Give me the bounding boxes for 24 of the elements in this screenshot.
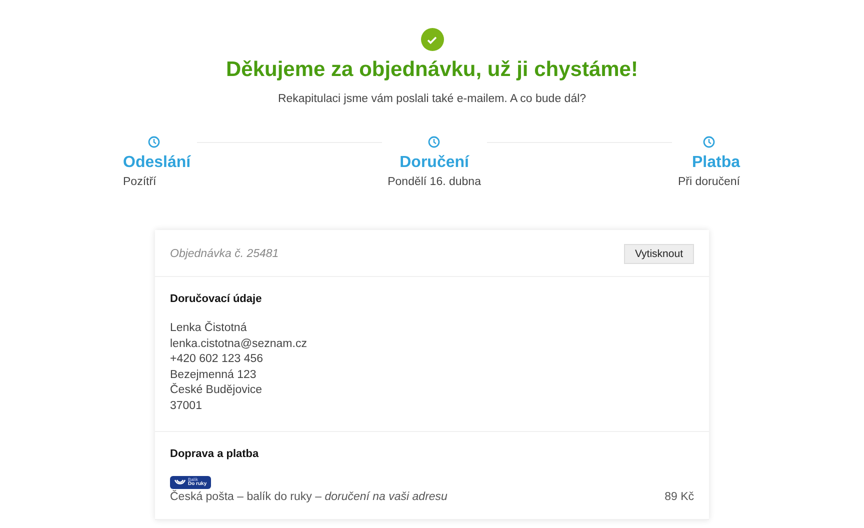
- success-icon: [420, 28, 444, 51]
- step-value: Při doručení: [678, 176, 740, 188]
- print-button[interactable]: Vytisknout: [624, 244, 694, 264]
- address-line: České Budějovice: [170, 383, 264, 398]
- address-line: lenka.cistotna@seznam.cz: [170, 336, 308, 352]
- step-title: Doručení: [400, 154, 469, 172]
- address-line: 37001: [170, 398, 203, 414]
- order-number: Objednávka č. 25481: [170, 248, 279, 260]
- subtitle: Rekapitulaci jsme vám poslali také e-mailem. A co bude dál?: [278, 93, 586, 105]
- shipping-price: 89 Kč: [664, 490, 694, 503]
- clock-icon: [148, 136, 160, 148]
- step-title: Platba: [692, 154, 740, 172]
- address-line: +420 602 123 456: [170, 352, 264, 368]
- page-title: Děkujeme za objednávku, už ji chystáme!: [226, 58, 638, 82]
- step-value: Pozítří: [123, 176, 156, 188]
- address-line: Lenka Čistotná: [170, 321, 248, 336]
- address-line: Bezejmenná 123: [170, 368, 258, 383]
- clock-icon: [703, 136, 716, 148]
- step-value: Pondělí 16. dubna: [388, 176, 481, 188]
- section-title: Doprava a platba: [170, 448, 260, 460]
- clock-icon: [428, 136, 440, 148]
- step-title: Odeslání: [123, 154, 191, 172]
- section-title: Doručovací údaje: [170, 293, 263, 305]
- shipping-description: Česká pošta – balík do ruky – doručení na vaši adresu: [170, 490, 448, 503]
